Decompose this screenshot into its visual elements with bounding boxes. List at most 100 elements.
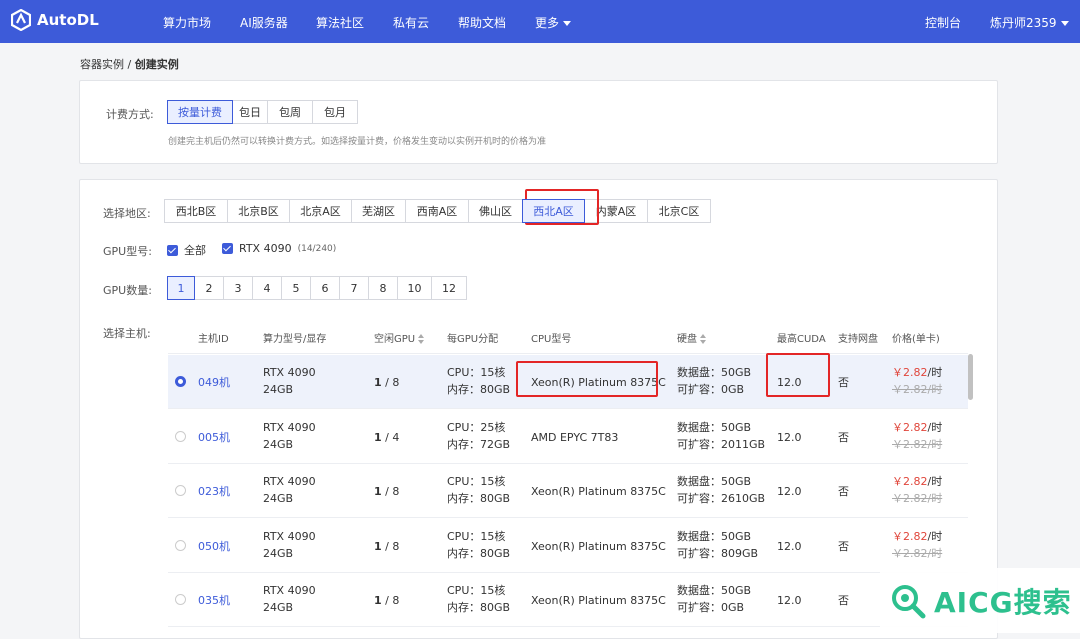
gpu-name: RTX 4090	[263, 475, 316, 488]
free-gpu-count: 1	[374, 485, 382, 498]
breadcrumb: 容器实例 / 创建实例	[80, 56, 179, 72]
netdisk-support: 否	[838, 485, 849, 498]
nav-more[interactable]: 更多	[535, 14, 572, 31]
host-id[interactable]: 035机	[198, 592, 230, 609]
gpu-vram: 24GB	[263, 546, 294, 560]
region-option-beijing-a[interactable]: 北京A区	[289, 199, 352, 223]
host-id[interactable]: 049机	[198, 374, 230, 391]
netdisk-support: 否	[838, 539, 849, 553]
gpu-count-option-7[interactable]: 7	[339, 276, 369, 300]
gpu-count-option-8[interactable]: 8	[368, 276, 398, 300]
sort-icon	[700, 334, 707, 344]
gpu-model-all-checkbox[interactable]: 全部	[167, 242, 206, 258]
nav-help-docs[interactable]: 帮助文档	[458, 14, 506, 31]
expandable-disk: 可扩容：809GB	[677, 546, 759, 560]
gpu-model-availability: (14/240)	[297, 243, 337, 254]
region-option-foshan[interactable]: 佛山区	[468, 199, 523, 223]
memory: 内存：80GB	[447, 601, 511, 614]
cpu-cores: CPU：15核	[447, 366, 506, 379]
region-option-beijing-c[interactable]: 北京C区	[647, 199, 711, 223]
nav-ai-server[interactable]: AI服务器	[240, 14, 288, 31]
data-disk: 数据盘：50GB	[677, 366, 752, 379]
nav-algo-community[interactable]: 算法社区	[316, 14, 364, 31]
col-max-cuda: 最高CUDA	[777, 334, 826, 345]
breadcrumb-parent[interactable]: 容器实例	[80, 58, 124, 71]
user-menu[interactable]: 炼丹师2359	[990, 14, 1069, 31]
cpu-model: Xeon(R) Platinum 8375C	[531, 539, 666, 553]
gpu-name: RTX 4090	[263, 420, 316, 434]
original-price-value: ￥2.82	[892, 546, 928, 560]
region-option-xinan-a[interactable]: 西南A区	[405, 199, 469, 223]
watermark: AICG搜索	[880, 568, 1080, 633]
gpu-count-option-10[interactable]: 10	[397, 276, 432, 300]
original-price-unit: /时	[927, 546, 943, 560]
cpu-cores: CPU：15核	[447, 584, 506, 597]
table-row[interactable]: 023机 RTX 4090 24GB 1 / 8 CPU：15核 内存：80GB Xeon(…	[168, 464, 968, 518]
region-option-beijing-b[interactable]: 北京B区	[227, 199, 290, 223]
host-id[interactable]: 005机	[198, 429, 230, 446]
original-price-unit: /时	[927, 437, 943, 451]
gpu-count-option-3[interactable]: 3	[223, 276, 253, 300]
host-id[interactable]: 050机	[198, 538, 230, 555]
gpu-name: RTX 4090	[263, 584, 316, 597]
price-unit: /时	[927, 475, 943, 488]
billing-option-weekly[interactable]: 包周	[267, 100, 313, 124]
row-radio[interactable]	[175, 485, 186, 496]
brand-logo[interactable]: AutoDL	[11, 9, 99, 31]
gpu-model-rtx4090-checkbox[interactable]: RTX 4090 (14/240)	[222, 242, 336, 255]
gpu-count-option-6[interactable]: 6	[310, 276, 340, 300]
nav-private-cloud[interactable]: 私有云	[393, 14, 429, 31]
billing-option-monthly[interactable]: 包月	[312, 100, 358, 124]
free-gpu: 1 / 4	[374, 429, 399, 446]
breadcrumb-separator: /	[127, 58, 132, 71]
original-price: ￥2.82/时	[892, 490, 942, 507]
nav-compute-market[interactable]: 算力市场	[163, 14, 211, 31]
billing-option-pay-as-you-go[interactable]: 按量计费	[167, 100, 233, 124]
region-option-xibei-a[interactable]: 西北A区	[522, 199, 585, 223]
total-gpu: / 8	[385, 376, 400, 389]
data-disk: 数据盘：50GB	[677, 420, 752, 434]
table-scrollbar[interactable]	[968, 354, 973, 400]
table-row[interactable]: 035机 RTX 4090 24GB 1 / 8 CPU：15核 内存：80GB Xeon(…	[168, 573, 968, 627]
free-gpu: 1 / 8	[374, 592, 399, 609]
gpu-count-option-12[interactable]: 12	[431, 276, 467, 300]
row-radio[interactable]	[175, 539, 186, 551]
table-row[interactable]: 005机 RTX 4090 24GB 1 / 4 CPU：25核 内存：72GB AMD E…	[168, 409, 968, 464]
region-option-wuhu[interactable]: 芜湖区	[351, 199, 406, 223]
max-cuda: 12.0	[777, 539, 802, 553]
watermark-text: AICG搜索	[934, 585, 1072, 619]
original-price: ￥2.82/时	[892, 381, 942, 398]
total-gpu: / 8	[385, 485, 400, 498]
nav-console[interactable]: 控制台	[925, 14, 961, 31]
billing-option-daily[interactable]: 包日	[232, 100, 268, 124]
host-id[interactable]: 023机	[198, 483, 230, 500]
gpu-vram: 24GB	[263, 492, 294, 505]
gpu-count-label: GPU数量:	[103, 284, 152, 297]
col-netdisk: 支持网盘	[838, 334, 878, 345]
gpu-count-option-5[interactable]: 5	[281, 276, 311, 300]
user-name: 炼丹师2359	[990, 16, 1057, 30]
gpu-count-option-4[interactable]: 4	[252, 276, 282, 300]
data-disk: 数据盘：50GB	[677, 475, 752, 488]
region-option-xibei-b[interactable]: 西北B区	[164, 199, 228, 223]
sort-icon	[418, 334, 425, 344]
gpu-count-option-1[interactable]: 1	[167, 276, 195, 300]
col-cpu-model: CPU型号	[531, 334, 572, 345]
checkbox-checked-icon	[222, 243, 233, 254]
expandable-disk: 可扩容：0GB	[677, 601, 745, 614]
gpu-model-all-label: 全部	[184, 244, 206, 257]
col-free-gpu[interactable]: 空闲GPU	[374, 330, 425, 345]
max-cuda: 12.0	[777, 430, 802, 444]
row-radio[interactable]	[175, 594, 186, 605]
row-radio[interactable]	[175, 376, 186, 387]
billing-label: 计费方式:	[106, 108, 154, 121]
gpu-count-option-2[interactable]: 2	[194, 276, 224, 300]
expandable-disk: 可扩容：2011GB	[677, 437, 766, 451]
table-row[interactable]: 050机 RTX 4090 24GB 1 / 8 CPU：15核 内存：80GB Xeon(…	[168, 518, 968, 573]
original-price-value: ￥2.82	[892, 437, 928, 451]
netdisk-support: 否	[838, 430, 849, 444]
original-price-value: ￥2.82	[892, 492, 928, 505]
memory: 内存：80GB	[447, 383, 511, 396]
col-disk[interactable]: 硬盘	[677, 330, 707, 345]
row-radio[interactable]	[175, 430, 186, 442]
